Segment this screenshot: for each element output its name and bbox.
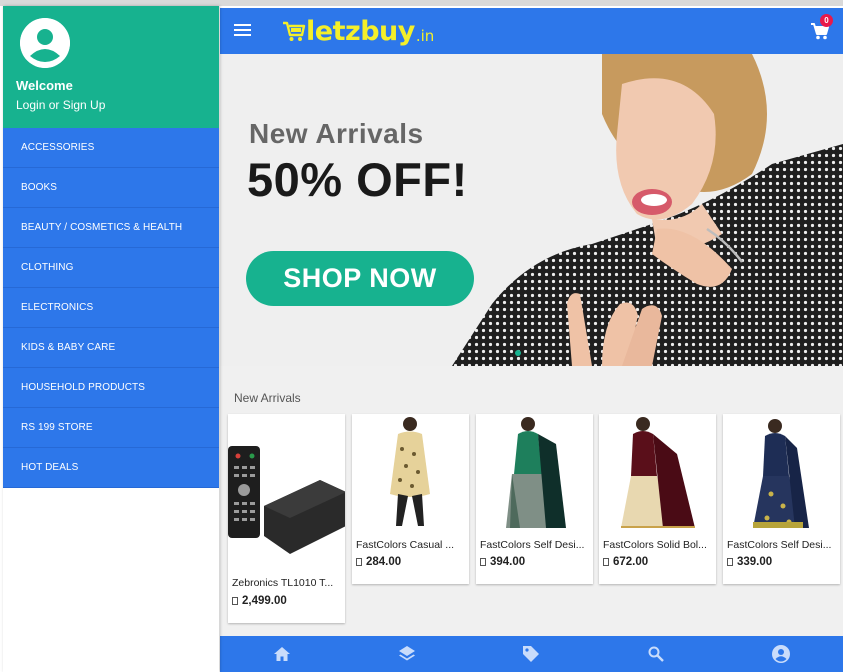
menu-item-hot-deals[interactable]: HOT DEALS	[3, 448, 219, 488]
category-menu: ACCESSORIES BOOKS BEAUTY / COSMETICS & H…	[3, 128, 219, 488]
menu-item-household[interactable]: HOUSEHOLD PRODUCTS	[3, 368, 219, 408]
promo-banner[interactable]: New Arrivals 50% OFF! SHOP NOW	[220, 54, 843, 366]
product-price: 672.00	[603, 556, 648, 568]
product-card[interactable]: Zebronics TL1010 T... 2,499.00	[228, 414, 345, 623]
logo-suffix: .in	[415, 26, 435, 45]
menu-item-clothing[interactable]: CLOTHING	[3, 248, 219, 288]
sidebar-drawer: Welcome Login or Sign Up ACCESSORIES BOO…	[3, 6, 219, 672]
banner-headline: 50% OFF!	[247, 153, 468, 206]
top-app-bar: letzbuy .in 0	[220, 8, 843, 54]
home-icon[interactable]	[262, 636, 302, 672]
currency-icon	[603, 558, 609, 566]
product-card[interactable]: FastColors Self Desi... 339.00	[723, 414, 840, 584]
product-price: 394.00	[480, 556, 525, 568]
account-icon[interactable]	[761, 636, 801, 672]
products-section: New Arrivals Zebronics TL1010 T... 2,499…	[220, 366, 843, 636]
logo-text: letzbuy	[306, 15, 415, 47]
menu-item-electronics[interactable]: ELECTRONICS	[3, 288, 219, 328]
logo[interactable]: letzbuy .in	[282, 14, 434, 48]
shop-now-button[interactable]: SHOP NOW	[246, 251, 474, 306]
product-name: FastColors Self Desi...	[480, 539, 585, 551]
product-name: Zebronics TL1010 T...	[232, 577, 334, 589]
menu-item-beauty[interactable]: BEAUTY / COSMETICS & HEALTH	[3, 208, 219, 248]
search-icon[interactable]	[636, 636, 676, 672]
product-card[interactable]: FastColors Self Desi... 394.00	[476, 414, 593, 584]
currency-icon	[356, 558, 362, 566]
product-price: 339.00	[727, 556, 772, 568]
product-image	[753, 419, 809, 528]
welcome-text: Welcome	[16, 78, 73, 93]
login-signup-link[interactable]: Login or Sign Up	[16, 98, 206, 112]
product-image	[621, 417, 695, 528]
currency-icon	[232, 597, 238, 605]
banner-model-image	[452, 54, 843, 366]
product-card[interactable]: FastColors Solid Bol... 672.00	[599, 414, 716, 584]
avatar-icon[interactable]	[20, 18, 70, 68]
tag-icon[interactable]	[511, 636, 551, 672]
layers-icon[interactable]	[387, 636, 427, 672]
product-price: 2,499.00	[232, 595, 287, 607]
drawer-header: Welcome Login or Sign Up	[3, 6, 219, 128]
product-image	[506, 417, 566, 528]
cart-logo-icon	[283, 21, 306, 41]
product-name: FastColors Casual ...	[356, 539, 455, 551]
product-card[interactable]: FastColors Casual ... 284.00	[352, 414, 469, 584]
product-name: FastColors Self Desi...	[727, 539, 832, 551]
banner-subtitle: New Arrivals	[249, 118, 424, 149]
menu-item-books[interactable]: BOOKS	[3, 168, 219, 208]
section-title: New Arrivals	[234, 391, 301, 405]
currency-icon	[480, 558, 486, 566]
menu-item-rs199-store[interactable]: RS 199 STORE	[3, 408, 219, 448]
menu-item-accessories[interactable]: ACCESSORIES	[3, 128, 219, 168]
product-price: 284.00	[356, 556, 401, 568]
product-image	[390, 417, 430, 526]
carousel-dot[interactable]	[515, 350, 521, 356]
menu-icon[interactable]	[234, 24, 251, 38]
currency-icon	[727, 558, 733, 566]
product-image	[228, 446, 345, 554]
product-name: FastColors Solid Bol...	[603, 539, 707, 551]
menu-item-kids-baby[interactable]: KIDS & BABY CARE	[3, 328, 219, 368]
bottom-navigation	[220, 636, 843, 672]
cart-count-badge: 0	[820, 14, 833, 27]
